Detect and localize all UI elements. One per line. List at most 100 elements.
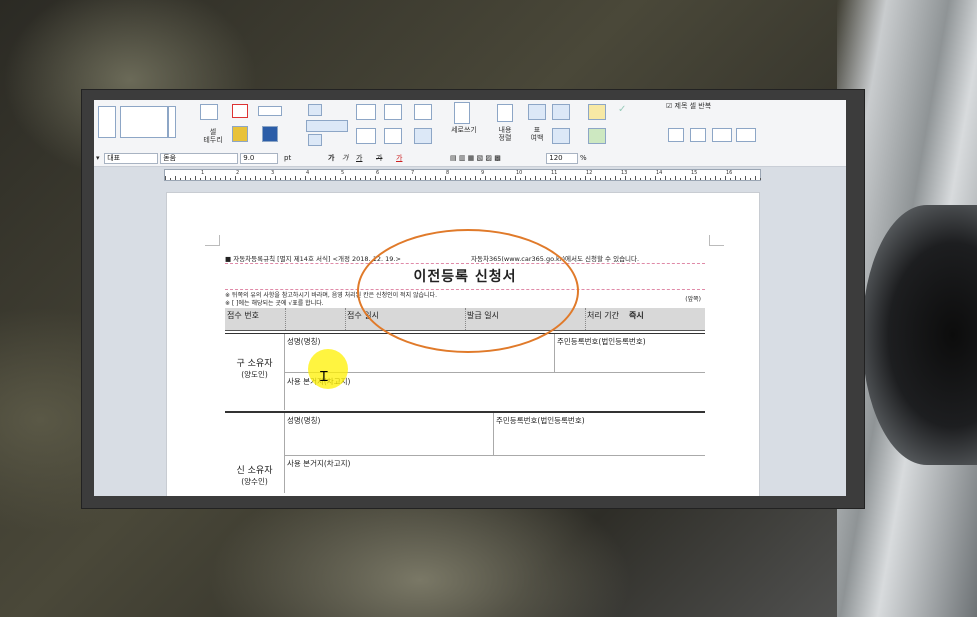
table-margin-label: 표 여백 <box>530 126 544 142</box>
cell-border-icon[interactable] <box>200 104 218 120</box>
ruler-tick <box>210 178 211 180</box>
cell-border-label: 셀 테두리 <box>203 128 223 144</box>
new-owner-name-label[interactable]: 성명(명칭) <box>287 415 320 426</box>
table-margin-icon[interactable] <box>528 104 546 120</box>
table-margin-group[interactable]: 표 여백 <box>526 102 586 150</box>
vertical-write-label: 세로쓰기 <box>451 126 477 134</box>
cell-attr-icon[interactable] <box>712 128 732 142</box>
split-cells-icon[interactable] <box>384 104 402 120</box>
eraser-icon[interactable] <box>356 104 376 120</box>
table-grid-icon[interactable] <box>414 128 432 144</box>
ruler-tick <box>295 176 296 180</box>
ruler-tick <box>445 176 446 180</box>
line-style-icon[interactable] <box>258 106 282 116</box>
ruler-tick <box>710 178 711 180</box>
format-toolbar: ▾ 대표 돋움 9.0 pt 가 가 가 가 가 ▤ ▥ ▦ ▧ ▨ ▩ 120… <box>94 152 846 167</box>
style-dropdown-arrow-icon[interactable]: ▾ <box>96 154 100 163</box>
ruler-tick <box>640 178 641 180</box>
ruler-tick <box>520 178 521 180</box>
grid-icon[interactable] <box>384 128 402 144</box>
zoom-input[interactable]: 120 <box>546 153 578 164</box>
ruler-tick <box>220 178 221 180</box>
ruler-number: 9 <box>481 170 485 176</box>
formula-icon[interactable] <box>588 104 606 120</box>
font-select[interactable]: 돋움 <box>160 153 238 164</box>
delete-row-icon[interactable] <box>308 134 322 146</box>
ruler-tick <box>190 178 191 180</box>
table-icon[interactable] <box>414 104 432 120</box>
insert-row-icon[interactable] <box>308 104 322 116</box>
ruler-tick <box>545 176 546 180</box>
annotation-circle <box>357 229 579 353</box>
ruler-tick <box>750 178 751 180</box>
cell-size-icon[interactable] <box>552 104 570 120</box>
ruler-tick <box>530 178 531 180</box>
size-unit[interactable]: pt <box>284 154 291 163</box>
ruler-tick <box>695 176 696 180</box>
font-size-input[interactable]: 9.0 <box>240 153 278 164</box>
ruler-tick <box>685 176 686 180</box>
ruler-tick <box>200 178 201 180</box>
cell-hide-icon[interactable] <box>690 128 706 142</box>
ruler-tick <box>715 176 716 180</box>
ruler-tick <box>400 178 401 180</box>
strike-button[interactable]: 가 <box>376 154 382 163</box>
ruler-tick <box>395 176 396 180</box>
ruler-tick <box>450 178 451 180</box>
old-owner-name-label[interactable]: 성명(명칭) <box>287 336 320 347</box>
ruler-tick <box>680 178 681 180</box>
zoom-unit[interactable]: % <box>580 154 587 163</box>
ruler[interactable]: 1 2 3 4 5 6 7 8 9 10 11 12 13 14 15 16 <box>164 169 761 181</box>
divider <box>554 334 555 372</box>
merge-cells-icon[interactable] <box>356 128 376 144</box>
ruler-tick <box>350 178 351 180</box>
form-side: (앞쪽) <box>685 296 701 303</box>
pen-color-icon[interactable] <box>232 104 248 118</box>
ruler-tick <box>370 178 371 180</box>
cell-color-icon[interactable] <box>262 126 278 142</box>
ruler-tick <box>410 178 411 180</box>
ruler-tick <box>485 176 486 180</box>
ruler-tick <box>575 176 576 180</box>
ribbon-toolbar: 셀 테두리 세로쓰기 내용 정렬 표 여백 ✓ ☑ 제목 셀 반복 <box>94 100 846 153</box>
ruler-tick <box>480 178 481 180</box>
table-style-gallery[interactable] <box>98 102 176 150</box>
style-select[interactable]: 대표 <box>104 153 158 164</box>
vertical-write-icon[interactable] <box>454 102 470 124</box>
ruler-number: 1 <box>201 170 205 176</box>
vertical-write-group[interactable]: 세로쓰기 <box>444 102 484 150</box>
underline-button[interactable]: 가 <box>356 154 362 163</box>
ruler-tick <box>325 176 326 180</box>
font-color-button[interactable]: 가 <box>396 154 402 163</box>
ruler-tick <box>730 178 731 180</box>
distribute-icon[interactable] <box>552 128 570 144</box>
cell-protect-icon[interactable] <box>668 128 684 142</box>
ruler-tick <box>625 176 626 180</box>
calc-icon[interactable] <box>588 128 606 144</box>
title-repeat-checkbox[interactable]: ☑ 제목 셀 반복 <box>666 102 711 110</box>
new-owner-id-label[interactable]: 주민등록번호(법인등록번호) <box>496 415 585 426</box>
fill-icon[interactable] <box>232 126 248 142</box>
ruler-tick <box>635 176 636 180</box>
ruler-number: 5 <box>341 170 345 176</box>
ruler-number: 4 <box>306 170 310 176</box>
title-repeat-label: 제목 셀 반복 <box>674 102 712 110</box>
bold-button[interactable]: 가 <box>328 154 334 163</box>
ruler-tick <box>690 178 691 180</box>
italic-button[interactable]: 가 <box>342 154 348 163</box>
gallery-scroll-icon[interactable] <box>168 106 176 138</box>
content-align-icon[interactable] <box>497 104 513 122</box>
cell-lines-icon[interactable] <box>736 128 756 142</box>
ruler-tick <box>430 178 431 180</box>
ruler-tick <box>755 176 756 180</box>
processing-period-label: 처리 기간 <box>587 311 619 320</box>
new-owner-section: 신 소유자 (양수인) 성명(명칭) 주민등록번호(법인등록번호) 사용 본거지… <box>225 411 705 493</box>
new-owner-address-label[interactable]: 사용 본거지(차고지) <box>287 458 350 469</box>
table-style-preview-icon[interactable] <box>120 106 168 138</box>
align-buttons[interactable]: ▤ ▥ ▦ ▧ ▨ ▩ <box>450 154 501 163</box>
content-align-group[interactable]: 내용 정렬 <box>490 102 520 150</box>
old-owner-id-label[interactable]: 주민등록번호(법인등록번호) <box>557 336 646 347</box>
table-style-icon[interactable] <box>98 106 116 138</box>
ruler-tick <box>465 176 466 180</box>
insert-column-icon[interactable] <box>306 120 348 132</box>
